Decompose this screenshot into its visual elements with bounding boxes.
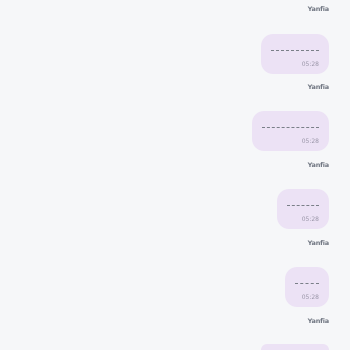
message-timestamp: 05:28 xyxy=(301,216,319,223)
message-sender: Yanfia xyxy=(307,161,330,169)
message-sender: Yanfia xyxy=(307,83,330,91)
message-bubble[interactable]: 05:28 xyxy=(261,34,329,74)
message-bubble[interactable]: 05:28 xyxy=(285,267,329,307)
redacted-message-text xyxy=(271,50,319,51)
redacted-message-text xyxy=(287,205,319,206)
chat-thread: Yanfia 05:28 Yanfia 05:28 Yanfia 05:28 Y… xyxy=(0,0,350,350)
message-sender: Yanfia xyxy=(307,5,330,13)
message-bubble[interactable]: 05:28 xyxy=(277,189,329,229)
message-bubble[interactable] xyxy=(261,344,329,350)
message-timestamp: 05:28 xyxy=(301,138,319,145)
message-sender: Yanfia xyxy=(307,317,330,325)
message-timestamp: 05:28 xyxy=(301,61,319,68)
redacted-message-text xyxy=(295,283,319,284)
message-timestamp: 05:28 xyxy=(301,294,319,301)
redacted-message-text xyxy=(262,127,319,128)
message-bubble[interactable]: 05:28 xyxy=(252,111,329,151)
message-sender: Yanfia xyxy=(307,239,330,247)
